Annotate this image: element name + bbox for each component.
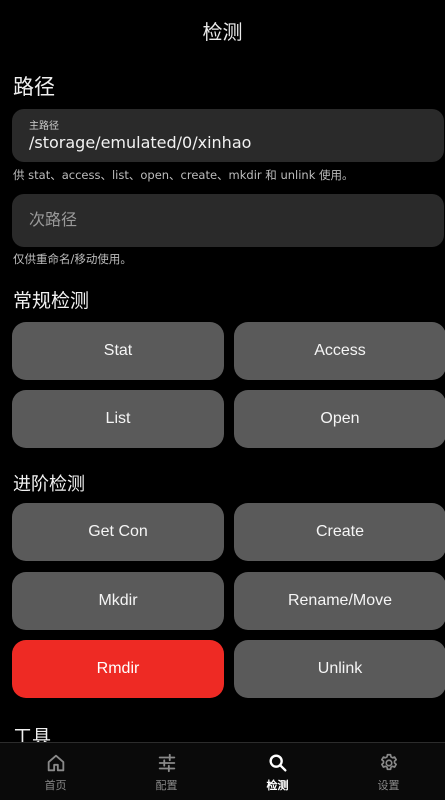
open-button[interactable]: Open — [234, 390, 445, 448]
secondary-path-helper: 仅供重命名/移动使用。 — [13, 252, 132, 266]
nav-label-config: 配置 — [155, 778, 178, 792]
nav-item-settings[interactable]: 设置 — [333, 743, 444, 800]
secondary-path-input[interactable] — [29, 210, 429, 229]
list-button[interactable]: List — [12, 390, 224, 448]
primary-path-helper: 供 stat、access、list、open、create、mkdir 和 u… — [13, 168, 354, 182]
app-screen: 检测 路径 主路径 供 stat、access、list、open、create… — [0, 0, 445, 800]
top-app-bar: 检测 — [0, 0, 445, 60]
nav-item-config[interactable]: 配置 — [111, 743, 222, 800]
mkdir-button[interactable]: Mkdir — [12, 572, 224, 630]
secondary-path-field[interactable] — [12, 194, 444, 247]
home-icon — [47, 754, 64, 771]
section-title-advanced: 进阶检测 — [13, 474, 85, 495]
section-title-common: 常规检测 — [13, 290, 90, 312]
primary-path-field[interactable]: 主路径 — [12, 109, 444, 162]
search-icon — [268, 753, 287, 772]
access-button[interactable]: Access — [234, 322, 445, 380]
scroll-content[interactable]: 路径 主路径 供 stat、access、list、open、create、mk… — [0, 60, 445, 742]
create-button[interactable]: Create — [234, 503, 445, 561]
unlink-button[interactable]: Unlink — [234, 640, 445, 698]
nav-label-detect: 检测 — [266, 778, 289, 792]
section-title-tools: 工具 — [13, 726, 52, 742]
rename-move-button[interactable]: Rename/Move — [234, 572, 445, 630]
nav-label-settings: 设置 — [377, 778, 400, 792]
stat-button[interactable]: Stat — [12, 322, 224, 380]
primary-path-label: 主路径 — [29, 121, 59, 132]
nav-label-home: 首页 — [44, 778, 67, 792]
nav-item-detect[interactable]: 检测 — [222, 743, 333, 800]
primary-path-input[interactable] — [29, 133, 429, 152]
nav-item-home[interactable]: 首页 — [0, 743, 111, 800]
rmdir-button[interactable]: Rmdir — [12, 640, 224, 698]
section-title-path: 路径 — [13, 75, 55, 99]
get-con-button[interactable]: Get Con — [12, 503, 224, 561]
sliders-icon — [158, 753, 175, 772]
page-title: 检测 — [202, 19, 243, 44]
bottom-navigation: 首页 配置 检测 设置 — [0, 742, 445, 800]
gear-icon — [380, 753, 397, 770]
